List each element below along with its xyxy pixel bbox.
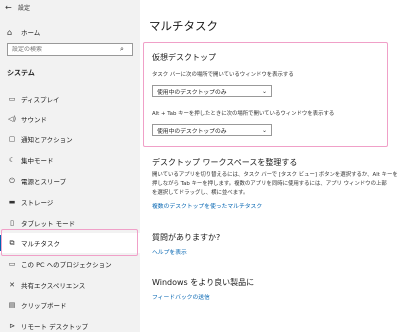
moon-icon: ☾ xyxy=(8,156,16,164)
projection-icon: ▭ xyxy=(8,260,16,268)
clipboard-icon: ▤ xyxy=(8,301,16,309)
search-box[interactable]: ⌕ xyxy=(7,43,133,56)
organize-workspace-heading: デスクトップ ワークスペースを整理する xyxy=(152,158,298,167)
sidebar-item-label: 電源とスリープ xyxy=(21,178,67,186)
tablet-icon: ▯ xyxy=(10,219,14,227)
sidebar-item-clipboard[interactable]: ▤ クリップボード xyxy=(0,295,140,315)
sidebar-item-notifications[interactable]: ▢ 通知とアクション xyxy=(0,129,140,149)
highlight-box-sidebar xyxy=(1,229,138,256)
search-icon[interactable]: ⌕ xyxy=(120,45,124,54)
sidebar-item-label: ディスプレイ xyxy=(21,96,60,104)
category-heading: システム xyxy=(7,69,35,77)
get-help-link[interactable]: ヘルプを表示 xyxy=(152,247,187,256)
taskbar-windows-value: 使用中のデスクトップのみ xyxy=(157,89,227,96)
share-icon: ✕ xyxy=(9,281,15,289)
speaker-icon: ◁) xyxy=(7,115,17,123)
power-icon: ⏻ xyxy=(9,176,15,185)
sidebar-item-projection[interactable]: ▭ この PC へのプロジェクション xyxy=(0,254,140,274)
page-title: マルチタスク xyxy=(149,19,218,33)
sidebar-item-display[interactable]: ▭ ディスプレイ xyxy=(0,89,140,109)
sidebar-item-label: タブレット モード xyxy=(21,220,76,228)
alttab-windows-dropdown[interactable]: 使用中のデスクトップのみ ⌄ xyxy=(152,124,272,136)
home-label: ホーム xyxy=(21,29,41,37)
chevron-down-icon: ⌄ xyxy=(261,87,267,95)
sidebar-item-power[interactable]: ⏻ 電源とスリープ xyxy=(0,171,140,191)
sidebar-item-label: 集中モード xyxy=(21,157,54,165)
sidebar-item-sound[interactable]: ◁) サウンド xyxy=(0,109,140,129)
home-icon: ⌂ xyxy=(7,27,13,37)
sidebar-item-label: サウンド xyxy=(21,116,47,124)
back-arrow-icon[interactable]: ← xyxy=(5,3,15,12)
alttab-windows-label: Alt + Tab キーを押したときに次の場所で開いているウィンドウを表示する xyxy=(152,111,335,117)
multitasking-desktops-link[interactable]: 複数のデスクトップを使ったマルチタスク xyxy=(152,201,262,210)
notification-icon: ▢ xyxy=(8,135,16,143)
taskbar-windows-dropdown[interactable]: 使用中のデスクトップのみ ⌄ xyxy=(152,85,272,97)
organize-desc-line1: 開いているアプリを切り替えるには、タスク バーで [タスク ビュー] ボタンを選… xyxy=(152,172,398,178)
app-title: 設定 xyxy=(18,4,31,12)
sidebar-item-label: リモート デスクトップ xyxy=(21,323,89,331)
sidebar-item-label: ストレージ xyxy=(21,199,54,207)
sidebar-item-label: 通知とアクション xyxy=(21,136,73,144)
home-nav[interactable]: ⌂ ホーム xyxy=(0,25,140,39)
search-input[interactable] xyxy=(12,46,116,53)
sidebar-item-remote-desktop[interactable]: ⊳ リモート デスクトップ xyxy=(0,316,140,336)
sidebar-item-label: この PC へのプロジェクション xyxy=(21,261,112,269)
sidebar: ← 設定 ⌂ ホーム ⌕ システム ▭ ディスプレイ ◁) サウンド ▢ 通知と… xyxy=(0,0,140,332)
storage-icon: ▬ xyxy=(8,198,16,206)
chevron-down-icon: ⌄ xyxy=(261,126,267,134)
remote-desktop-icon: ⊳ xyxy=(9,322,15,330)
title-bar: ← 設定 xyxy=(0,0,140,14)
feedback-heading: Windows をより良い製品に xyxy=(152,278,255,287)
sidebar-item-label: クリップボード xyxy=(21,302,67,310)
feedback-link[interactable]: フィードバックの送信 xyxy=(152,292,210,301)
display-icon: ▭ xyxy=(8,95,16,103)
organize-desc-line3: を選択してドラッグし、横に並べます。 xyxy=(152,190,249,196)
sidebar-item-storage[interactable]: ▬ ストレージ xyxy=(0,192,140,212)
sidebar-item-label: 共有エクスペリエンス xyxy=(21,282,86,290)
organize-desc-line2: 押しながら Tab キーを押します。複数のアプリを同時に使用するには、アプリ ウ… xyxy=(152,181,387,187)
question-heading: 質問がありますか? xyxy=(152,233,221,242)
virtual-desktops-heading: 仮想デスクトップ xyxy=(152,53,216,62)
sidebar-item-focus[interactable]: ☾ 集中モード xyxy=(0,150,140,170)
sidebar-item-shared[interactable]: ✕ 共有エクスペリエンス xyxy=(0,275,140,295)
taskbar-windows-label: タスク バーに次の場所で開いているウィンドウを表示する xyxy=(152,72,294,78)
alttab-windows-value: 使用中のデスクトップのみ xyxy=(157,128,227,135)
